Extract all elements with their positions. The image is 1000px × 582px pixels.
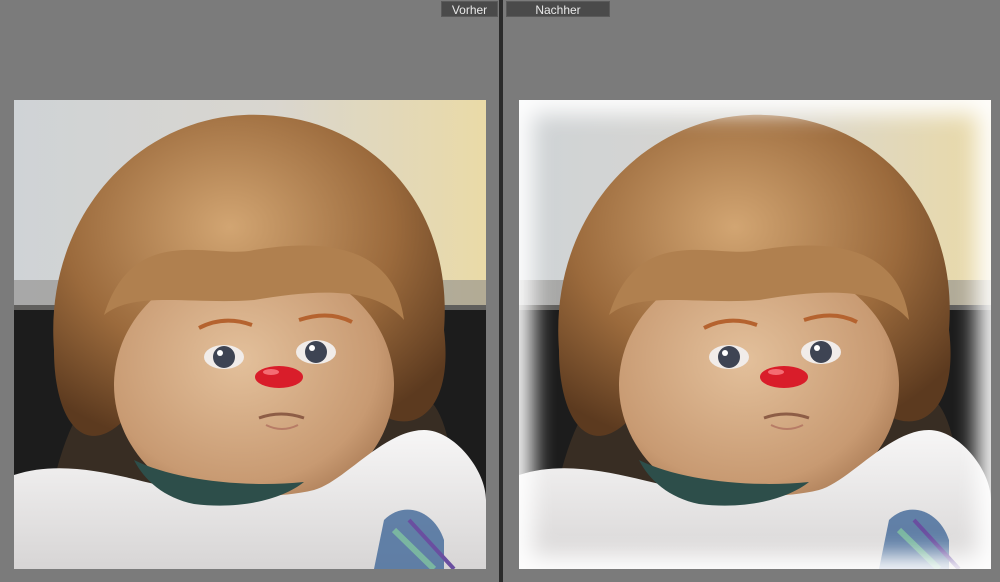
after-pane: Nachher (503, 0, 1000, 582)
before-pane: Vorher (0, 0, 499, 582)
doll-photo-icon (519, 100, 991, 569)
after-photo (519, 100, 991, 569)
before-photo (14, 100, 486, 569)
doll-photo-icon (14, 100, 486, 569)
before-label[interactable]: Vorher (441, 1, 498, 17)
after-label[interactable]: Nachher (506, 1, 610, 17)
